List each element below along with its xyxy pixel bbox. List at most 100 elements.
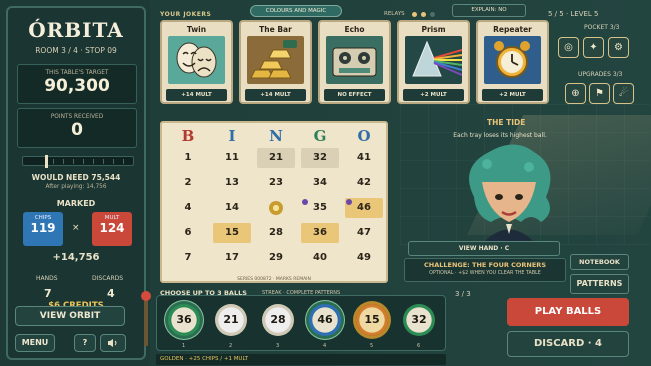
explain-toggle[interactable]: EXPLAIN: NO: [452, 4, 526, 17]
view-hand-button[interactable]: VIEW HAND · C: [408, 241, 560, 256]
lever-knob[interactable]: [141, 291, 151, 301]
relay-dot: [430, 12, 435, 17]
bingo-letter: B: [181, 127, 195, 145]
joker-card-the-bar[interactable]: The Bar +14 MULT: [239, 20, 312, 104]
bingo-ball[interactable]: 36: [168, 304, 200, 336]
ball-index: 1: [182, 343, 186, 349]
joker-effect: +14 MULT: [166, 89, 227, 101]
alarm-clock-icon: [484, 36, 541, 84]
joker-name: Twin: [186, 25, 207, 34]
bingo-cell[interactable]: 36: [301, 223, 339, 243]
bingo-cell[interactable]: 11: [213, 148, 251, 168]
bingo-cell[interactable]: 6: [169, 223, 207, 243]
joker-card-echo[interactable]: Echo NO EFFECT: [318, 20, 391, 104]
bingo-cell[interactable]: 21: [257, 148, 295, 168]
bingo-cell[interactable]: 7: [169, 248, 207, 268]
joker-card-repeater[interactable]: Repeater +2 MULT: [476, 20, 549, 104]
pocket-slot[interactable]: ⚙: [608, 37, 629, 58]
upgrades-label: UPGRADES 3/3: [578, 71, 623, 78]
pocket-slot[interactable]: ✦: [583, 37, 604, 58]
bingo-ball[interactable]: 32: [403, 304, 435, 336]
progress-track: [22, 155, 134, 168]
bingo-letter: I: [228, 127, 236, 145]
view-orbit-button[interactable]: VIEW ORBIT: [15, 306, 125, 326]
menu-button[interactable]: MENU: [15, 334, 55, 352]
bingo-cell[interactable]: 13: [213, 173, 251, 193]
mult-box: MULT 124: [92, 212, 132, 246]
help-button[interactable]: ?: [74, 334, 96, 352]
game-title: ÓRBITA: [28, 18, 124, 42]
boss-description: Each tray loses its highest ball.: [453, 132, 547, 139]
discards-label: DISCARDS: [92, 275, 124, 282]
upgrade-slot[interactable]: ⚑: [589, 83, 610, 104]
bingo-cell[interactable]: 34: [301, 173, 339, 193]
after-playing: After playing: 14,756: [45, 184, 107, 190]
bingo-cell[interactable]: 17: [213, 248, 251, 268]
bingo-cell[interactable]: 23: [257, 173, 295, 193]
hands-label: HANDS: [36, 275, 58, 282]
joker-name: Repeater: [493, 25, 532, 34]
play-balls-button[interactable]: PLAY BALLS: [507, 298, 629, 326]
patterns-button[interactable]: PATTERNS: [570, 274, 629, 294]
bingo-ball[interactable]: 28: [262, 304, 294, 336]
bingo-cell[interactable]: 15: [213, 223, 251, 243]
selection-count: 3 / 3: [455, 290, 471, 298]
target-value: 90,300: [44, 76, 110, 96]
colours-magic-tab[interactable]: COLOURS AND MAGIC: [250, 5, 342, 17]
bingo-cell[interactable]: 40: [301, 248, 339, 268]
bingo-cell[interactable]: 42: [345, 173, 383, 193]
level-indicator: 5 / 5 · LEVEL 5: [548, 10, 599, 18]
lever-handle[interactable]: [144, 296, 148, 346]
notebook-button[interactable]: NOTEBOOK: [570, 254, 629, 270]
challenge-title: CHALLENGE: THE FOUR CORNERS: [424, 261, 546, 269]
bingo-cell[interactable]: 28: [257, 223, 295, 243]
points-box: POINTS RECEIVED 0: [17, 108, 137, 148]
joker-name: Echo: [344, 25, 365, 34]
bingo-cell[interactable]: 2: [169, 173, 207, 193]
pocket-slot[interactable]: ◎: [558, 37, 579, 58]
bingo-cell[interactable]: 35: [301, 198, 339, 218]
ball-index: 3: [276, 343, 280, 349]
bingo-ball[interactable]: 21: [215, 304, 247, 336]
theatre-masks-icon: [168, 36, 225, 84]
bingo-cell[interactable]: 29: [257, 248, 295, 268]
card-footer: SERIES 000872 · MARKS REMAIN: [237, 277, 311, 282]
challenge-box: CHALLENGE: THE FOUR CORNERS OPTIONAL · +…: [404, 258, 566, 282]
progress-marker: [45, 155, 48, 168]
bingo-cell[interactable]: 46: [345, 198, 383, 218]
bingo-letter: G: [313, 127, 327, 145]
joker-effect: +2 MULT: [403, 89, 464, 101]
ball-index: 5: [370, 343, 374, 349]
bingo-ball[interactable]: 46: [309, 304, 341, 336]
streak-label: STREAK · COMPLETE PATTERNS: [262, 290, 341, 296]
chips-value: 119: [30, 221, 56, 235]
bingo-cell[interactable]: 1: [169, 148, 207, 168]
bingo-letter: N: [269, 127, 283, 145]
upgrade-slot[interactable]: ☄: [613, 83, 634, 104]
hands-value: 7: [44, 287, 52, 300]
upgrade-slot[interactable]: ⊕: [565, 83, 586, 104]
discard-button[interactable]: DISCARD · 4: [507, 331, 629, 357]
bingo-cell[interactable]: 32: [301, 148, 339, 168]
bingo-cell[interactable]: 49: [345, 248, 383, 268]
bingo-cell[interactable]: 47: [345, 223, 383, 243]
would-need: WOULD NEED 75,544: [31, 173, 121, 182]
ball-index: 4: [323, 343, 327, 349]
bingo-cell[interactable]: 4: [169, 198, 207, 218]
bingo-cell[interactable]: 41: [345, 148, 383, 168]
joker-card-prism[interactable]: Prism +2 MULT: [397, 20, 470, 104]
bingo-cell[interactable]: 14: [213, 198, 251, 218]
joker-name: The Bar: [259, 25, 292, 34]
joker-card-twin[interactable]: Twin +14 MULT: [160, 20, 233, 104]
gold-bars-icon: [247, 36, 304, 84]
special-marker: [302, 199, 308, 205]
joker-effect: NO EFFECT: [324, 89, 385, 101]
golden-bonus: GOLDEN · +25 CHIPS / +1 MULT: [156, 354, 446, 365]
chips-box: CHIPS 119: [23, 212, 63, 246]
bingo-ball[interactable]: 15: [356, 304, 388, 336]
pocket-label: POCKET 3/3: [584, 24, 620, 31]
sound-button[interactable]: [100, 334, 126, 352]
bingo-free-cell[interactable]: FREE: [257, 198, 295, 218]
relays-label: RELAYS: [384, 11, 405, 17]
prism-icon: [405, 36, 463, 84]
